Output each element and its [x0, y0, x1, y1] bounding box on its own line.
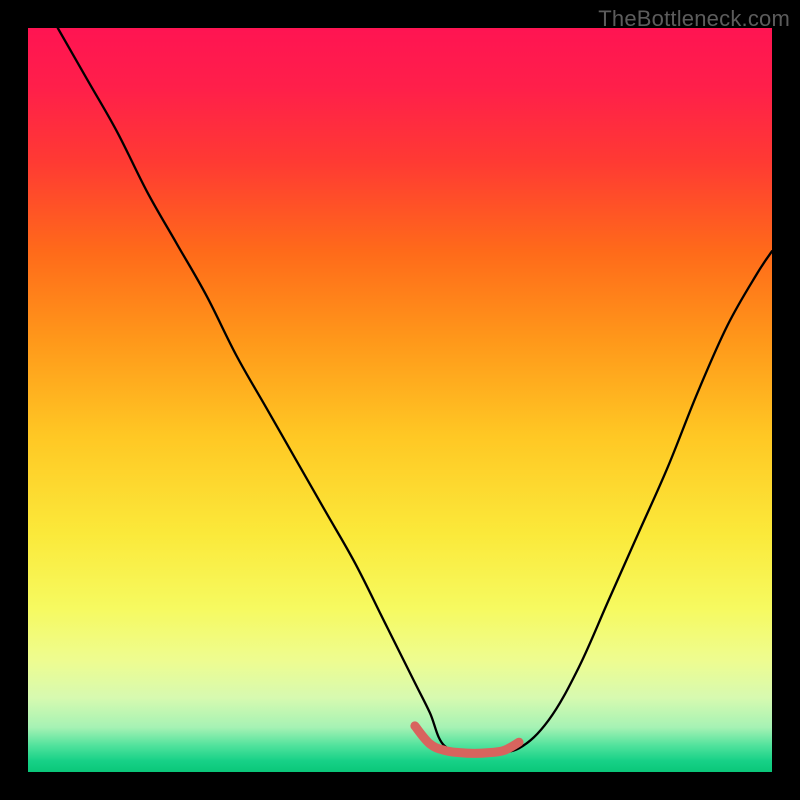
bottom-segment	[28, 28, 772, 772]
plot-area	[28, 28, 772, 772]
root-frame: TheBottleneck.com	[0, 0, 800, 800]
watermark-text: TheBottleneck.com	[598, 6, 790, 32]
